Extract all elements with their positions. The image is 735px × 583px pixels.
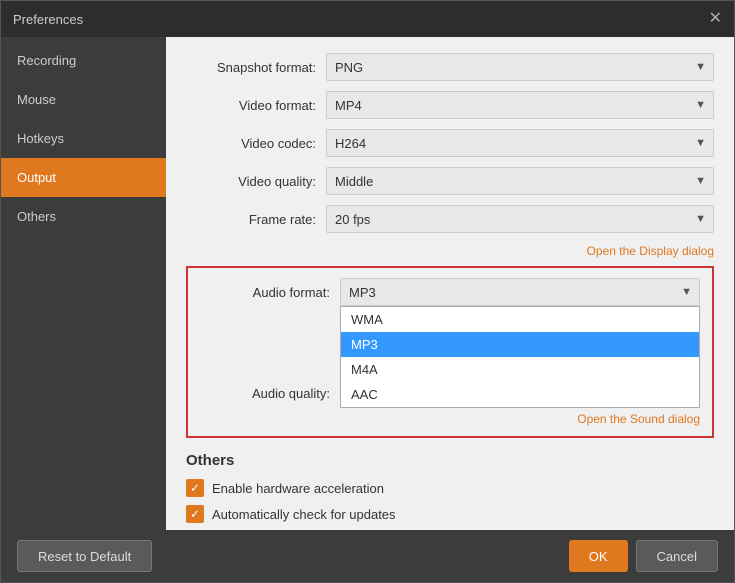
audio-format-dropdown-wrapper: MP3 ▼ WMA MP3 M4A AAC — [340, 278, 700, 306]
sidebar-item-recording[interactable]: Recording — [1, 41, 166, 80]
audio-format-row: Audio format: MP3 ▼ WMA MP3 M4A AAC — [200, 278, 700, 306]
snapshot-format-label: Snapshot format: — [186, 60, 316, 75]
display-dialog-link-row: Open the Display dialog — [186, 243, 714, 258]
dropdown-option-wma[interactable]: WMA — [341, 307, 699, 332]
checkbox-auto-updates[interactable]: ✓ — [186, 505, 204, 523]
cancel-button[interactable]: Cancel — [636, 540, 718, 572]
video-quality-row: Video quality: High Middle Low ▼ — [186, 167, 714, 195]
reset-to-default-button[interactable]: Reset to Default — [17, 540, 152, 572]
checkbox-row-2: ✓ Automatically check for updates — [186, 505, 714, 523]
sound-dialog-link-row: Open the Sound dialog — [200, 411, 700, 426]
checkbox-hardware-label: Enable hardware acceleration — [212, 481, 384, 496]
others-section: Others ✓ Enable hardware acceleration ✓ … — [186, 452, 714, 530]
open-sound-dialog-link[interactable]: Open the Sound dialog — [577, 412, 700, 426]
snapshot-format-row: Snapshot format: PNG JPG BMP ▼ — [186, 53, 714, 81]
checkbox-updates-label: Automatically check for updates — [212, 507, 396, 522]
sidebar-item-others[interactable]: Others — [1, 197, 166, 236]
main-panel: Snapshot format: PNG JPG BMP ▼ Video for… — [166, 37, 734, 530]
video-format-select[interactable]: MP4 AVI MOV — [326, 91, 714, 119]
video-codec-select[interactable]: H264 H265 — [326, 129, 714, 157]
checkbox-row-1: ✓ Enable hardware acceleration — [186, 479, 714, 497]
snapshot-format-select-wrapper: PNG JPG BMP ▼ — [326, 53, 714, 81]
snapshot-format-select[interactable]: PNG JPG BMP — [326, 53, 714, 81]
dropdown-option-aac[interactable]: AAC — [341, 382, 699, 407]
video-format-select-wrapper: MP4 AVI MOV ▼ — [326, 91, 714, 119]
frame-rate-select[interactable]: 10 fps 20 fps 30 fps — [326, 205, 714, 233]
audio-quality-label: Audio quality: — [200, 386, 330, 401]
video-format-label: Video format: — [186, 98, 316, 113]
video-codec-row: Video codec: H264 H265 ▼ — [186, 129, 714, 157]
audio-format-dropdown[interactable]: MP3 — [340, 278, 700, 306]
titlebar: Preferences ✕ — [1, 1, 734, 37]
open-display-dialog-link[interactable]: Open the Display dialog — [587, 244, 714, 258]
video-quality-select[interactable]: High Middle Low — [326, 167, 714, 195]
video-codec-label: Video codec: — [186, 136, 316, 151]
video-quality-select-wrapper: High Middle Low ▼ — [326, 167, 714, 195]
sidebar: Recording Mouse Hotkeys Output Others — [1, 37, 166, 530]
close-button[interactable]: ✕ — [709, 11, 722, 27]
sidebar-item-output[interactable]: Output — [1, 158, 166, 197]
dropdown-option-mp3[interactable]: MP3 — [341, 332, 699, 357]
dropdown-option-m4a[interactable]: M4A — [341, 357, 699, 382]
video-format-row: Video format: MP4 AVI MOV ▼ — [186, 91, 714, 119]
preferences-dialog: Preferences ✕ Recording Mouse Hotkeys Ou… — [0, 0, 735, 583]
checkmark-icon-2: ✓ — [190, 508, 200, 520]
dialog-content: Recording Mouse Hotkeys Output Others Sn… — [1, 37, 734, 530]
video-quality-label: Video quality: — [186, 174, 316, 189]
audio-format-dropdown-list: WMA MP3 M4A AAC — [340, 306, 700, 408]
frame-rate-row: Frame rate: 10 fps 20 fps 30 fps ▼ — [186, 205, 714, 233]
sidebar-item-hotkeys[interactable]: Hotkeys — [1, 119, 166, 158]
audio-section: Audio format: MP3 ▼ WMA MP3 M4A AAC — [186, 266, 714, 438]
frame-rate-label: Frame rate: — [186, 212, 316, 227]
footer: Reset to Default OK Cancel — [1, 530, 734, 582]
ok-button[interactable]: OK — [569, 540, 628, 572]
checkbox-hardware-acceleration[interactable]: ✓ — [186, 479, 204, 497]
dialog-title: Preferences — [13, 12, 83, 27]
sidebar-item-mouse[interactable]: Mouse — [1, 80, 166, 119]
frame-rate-select-wrapper: 10 fps 20 fps 30 fps ▼ — [326, 205, 714, 233]
checkmark-icon: ✓ — [190, 482, 200, 494]
others-title: Others — [186, 452, 714, 469]
footer-right-buttons: OK Cancel — [569, 540, 718, 572]
video-codec-select-wrapper: H264 H265 ▼ — [326, 129, 714, 157]
audio-format-label: Audio format: — [200, 285, 330, 300]
